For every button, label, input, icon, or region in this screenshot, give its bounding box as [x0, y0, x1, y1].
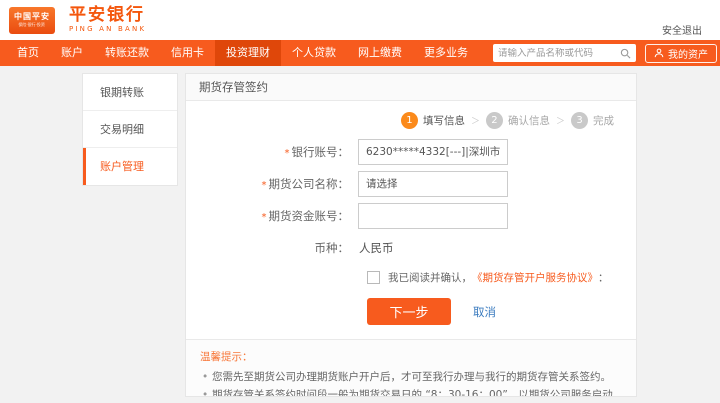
nav-item-home[interactable]: 首页: [6, 40, 50, 66]
sidebar-item-account-management[interactable]: 账户管理: [83, 148, 177, 185]
agreement-suffix: ：: [598, 270, 609, 285]
logout-link[interactable]: 安全退出: [662, 22, 702, 37]
step-done: 3 完成: [571, 112, 614, 129]
futures-company-label-text: 期货公司名称：: [269, 177, 350, 191]
person-icon: [654, 48, 664, 58]
tips-title: 温馨提示：: [200, 349, 622, 364]
main-nav: 首页 账户 转账还款 信用卡 投资理财 个人贷款 网上缴费 更多业务 我的资产 …: [0, 40, 720, 66]
bank-name-block: 平安银行 PING AN BANK: [69, 6, 146, 34]
my-assets-button[interactable]: 我的资产: [645, 44, 717, 63]
step-2-circle: 2: [486, 112, 503, 129]
bank-name-cn: 平安银行: [69, 6, 146, 25]
bank-account-label-text: 银行账号：: [292, 145, 350, 159]
logo-badge-text: 中国平安: [14, 12, 50, 22]
required-mark: *: [285, 148, 290, 159]
step-3-circle: 3: [571, 112, 588, 129]
nav-item-account[interactable]: 账户: [50, 40, 94, 66]
pingan-logo-badge: 中国平安 保险·银行·投资: [9, 7, 55, 34]
nav-item-loan[interactable]: 个人贷款: [281, 40, 347, 66]
step-separator-icon: ＞: [471, 114, 480, 127]
top-header: 中国平安 保险·银行·投资 平安银行 PING AN BANK 安全退出: [0, 0, 720, 40]
sidebar-item-bank-futures-transfer[interactable]: 银期转账: [83, 74, 177, 111]
step-confirm-info: 2 确认信息: [486, 112, 550, 129]
step-fill-info: 1 填写信息: [401, 112, 465, 129]
tips-item: 您需先至期货公司办理期货账户开户后，才可至我行办理与我行的期货存管关系签约。: [200, 368, 622, 386]
currency-value: 人民币: [358, 240, 394, 256]
my-assets-label: 我的资产: [668, 46, 708, 61]
currency-label: 币种：: [186, 240, 358, 256]
tips-item: 期货存管关系签约时间段一般为期货交易日的 “8：30-16：00”，以期货公司服…: [200, 386, 622, 397]
sidebar-menu: 银期转账 交易明细 账户管理: [82, 73, 178, 186]
nav-item-investment[interactable]: 投资理财: [215, 40, 281, 66]
bank-account-row: *银行账号： 6230*****4332[---]|深圳市: [186, 139, 636, 165]
futures-account-label-text: 期货资金账号：: [269, 209, 350, 223]
bank-account-select[interactable]: 6230*****4332[---]|深圳市: [358, 139, 508, 165]
bank-account-label: *银行账号：: [186, 144, 358, 160]
search-input[interactable]: [498, 48, 620, 59]
required-mark: *: [262, 212, 267, 223]
agreement-row: 我已阅读并确认， 《期货存管开户服务协议》 ：: [367, 270, 636, 285]
futures-account-row: *期货资金账号：: [186, 203, 636, 229]
next-step-button[interactable]: 下一步: [367, 298, 451, 325]
step-1-circle: 1: [401, 112, 418, 129]
step-separator-icon: ＞: [556, 114, 565, 127]
step-3-label: 完成: [593, 113, 614, 128]
agreement-link[interactable]: 《期货存管开户服务协议》: [472, 270, 598, 285]
logo-badge-subtext: 保险·银行·投资: [19, 23, 46, 28]
nav-item-more[interactable]: 更多业务: [413, 40, 479, 66]
futures-company-select[interactable]: 请选择: [358, 171, 508, 197]
futures-custody-panel: 期货存管签约 1 填写信息 ＞ 2 确认信息 ＞ 3 完成 *银行: [185, 73, 637, 397]
futures-account-label: *期货资金账号：: [186, 208, 358, 224]
step-1-label: 填写信息: [423, 113, 465, 128]
warm-tips-section: 温馨提示： 您需先至期货公司办理期货账户开户后，才可至我行办理与我行的期货存管关…: [186, 339, 636, 397]
action-buttons: 下一步 取消: [367, 298, 636, 325]
bank-logo: 中国平安 保险·银行·投资 平安银行 PING AN BANK: [9, 6, 146, 34]
currency-row: 币种： 人民币: [186, 240, 636, 256]
nav-item-payment[interactable]: 网上缴费: [347, 40, 413, 66]
panel-body: 1 填写信息 ＞ 2 确认信息 ＞ 3 完成 *银行账号： 6230*****4…: [186, 101, 636, 397]
tips-list: 您需先至期货公司办理期货账户开户后，才可至我行办理与我行的期货存管关系签约。 期…: [200, 368, 622, 397]
futures-account-input[interactable]: [358, 203, 508, 229]
product-search-box[interactable]: [493, 44, 636, 62]
required-mark: *: [262, 180, 267, 191]
page-content: 银期转账 交易明细 账户管理 期货存管签约 1 填写信息 ＞ 2 确认信息 ＞ …: [0, 66, 720, 403]
agreement-text: 我已阅读并确认，: [388, 270, 472, 285]
step-indicator: 1 填写信息 ＞ 2 确认信息 ＞ 3 完成: [186, 112, 636, 129]
futures-company-row: *期货公司名称： 请选择: [186, 171, 636, 197]
cancel-link[interactable]: 取消: [473, 304, 496, 320]
futures-company-label: *期货公司名称：: [186, 176, 358, 192]
nav-item-credit-card[interactable]: 信用卡: [160, 40, 215, 66]
step-2-label: 确认信息: [508, 113, 550, 128]
nav-item-transfer[interactable]: 转账还款: [94, 40, 160, 66]
sidebar-item-transaction-detail[interactable]: 交易明细: [83, 111, 177, 148]
agreement-checkbox[interactable]: [367, 271, 380, 284]
panel-title: 期货存管签约: [186, 74, 636, 101]
bank-name-en: PING AN BANK: [69, 25, 146, 34]
search-icon[interactable]: [620, 48, 631, 59]
